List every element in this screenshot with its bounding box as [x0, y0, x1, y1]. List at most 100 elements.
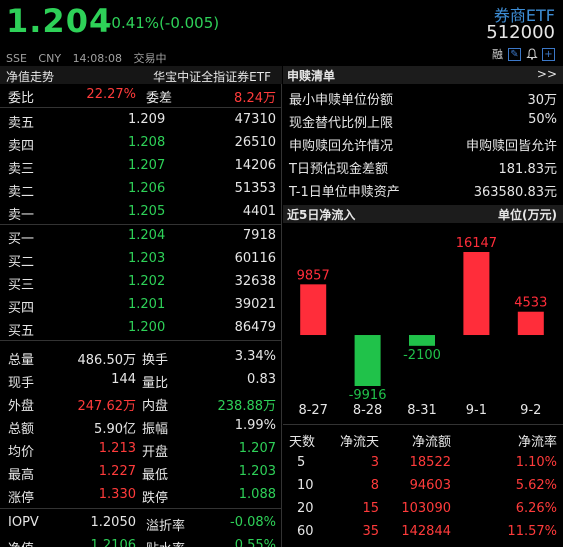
- level-label: 买一: [8, 232, 35, 247]
- stat-row: 外盘 247.62万 内盘 238.88万: [0, 392, 282, 415]
- netflow-bar[interactable]: [517, 311, 544, 336]
- stat-value: 5.90亿: [94, 422, 136, 437]
- divider: [0, 107, 282, 108]
- stat-row: 总量 486.50万 换手 3.34%: [0, 346, 282, 369]
- stat-label: 总额: [8, 422, 35, 437]
- table-cell: 35: [362, 524, 379, 539]
- last-price: 1.204: [6, 2, 113, 40]
- premium-value: -0.08%: [230, 515, 276, 530]
- level-volume: 4401: [242, 204, 276, 219]
- divider: [0, 340, 282, 341]
- stat-value: 1.99%: [234, 418, 276, 433]
- stat-label: 均价: [8, 445, 35, 460]
- subscription-label: 最小申赎单位份额: [289, 93, 394, 108]
- stat-label: 涨停: [8, 491, 35, 506]
- table-row: 10 8 94603 5.62%: [283, 475, 563, 498]
- netflow-bar[interactable]: [300, 284, 327, 336]
- table-header-cell[interactable]: 天数: [289, 431, 315, 450]
- stat-value: 1.207: [238, 441, 276, 456]
- stat-value: 247.62万: [77, 399, 137, 414]
- commission-ratio-row: 委比 22.27% 委差 8.24万: [0, 84, 282, 107]
- level-price[interactable]: 1.206: [128, 181, 165, 196]
- order-level-row: 卖二 1.206 51353: [0, 178, 282, 201]
- level-label: 卖五: [8, 116, 35, 131]
- level-volume: 60116: [234, 251, 276, 266]
- nav-trend-tab[interactable]: 净值走势: [6, 68, 54, 85]
- level-volume: 86479: [234, 320, 276, 335]
- order-level-row: 卖三 1.207 14206: [0, 155, 282, 178]
- level-price[interactable]: 1.203: [128, 251, 165, 266]
- stat-row: 现手 144 量比 0.83: [0, 369, 282, 392]
- table-header-cell[interactable]: 净流额: [412, 431, 451, 450]
- stat-value: 3.34%: [234, 349, 276, 364]
- table-cell: 5: [297, 455, 306, 470]
- etf-info-panel: 申赎清单 >> 最小申赎单位份额 30万 现金替代比例上限 50% 申购赎回允许情况 申购…: [283, 66, 563, 547]
- level-price[interactable]: 1.208: [128, 135, 165, 150]
- level-volume: 51353: [234, 181, 276, 196]
- edit-icon[interactable]: ✎: [508, 48, 521, 61]
- netflow-date-label: 8-27: [298, 403, 328, 418]
- stat-label: 开盘: [142, 445, 169, 460]
- level-volume: 14206: [234, 158, 276, 173]
- add-icon[interactable]: +: [542, 48, 555, 61]
- table-cell: 1.10%: [515, 455, 557, 470]
- stat-row: 总额 5.90亿 振幅 1.99%: [0, 415, 282, 438]
- netflow-bar-chart: 9857 8-27 -99168-28 -2100 8-31 16147 9-1 4533 9-…: [297, 236, 548, 418]
- level-volume: 7918: [242, 228, 276, 243]
- price-change: -0.41%(-0.005): [106, 14, 220, 32]
- table-header-cell[interactable]: 净流天: [340, 431, 379, 450]
- netflow-bar[interactable]: [463, 252, 490, 336]
- netflow-date-label: 8-28: [353, 403, 383, 418]
- netflow-bar-label: 4533: [514, 296, 547, 311]
- level-volume: 26510: [234, 135, 276, 150]
- alert-icon[interactable]: [525, 48, 538, 61]
- security-code: 512000: [486, 22, 555, 43]
- level-price[interactable]: 1.205: [128, 204, 165, 219]
- subscription-label: 申购赎回允许情况: [289, 139, 394, 154]
- table-cell: 20: [297, 501, 314, 516]
- stat-row: 均价 1.213 开盘 1.207: [0, 438, 282, 461]
- subscription-value: 申购赎回皆允许: [465, 139, 557, 154]
- stat-value: 1.213: [98, 441, 136, 456]
- level-volume: 32638: [234, 274, 276, 289]
- table-cell: 8: [370, 478, 379, 493]
- stat-label: 振幅: [142, 422, 169, 437]
- subscription-row: 现金替代比例上限 50%: [283, 109, 563, 132]
- level-price[interactable]: 1.202: [128, 274, 165, 289]
- netflow-bar[interactable]: [409, 335, 435, 346]
- subscription-value: 363580.83元: [473, 185, 557, 200]
- order-level-row: 买一 1.204 7918: [0, 225, 282, 248]
- margin-trading-icon[interactable]: 融: [491, 48, 504, 61]
- order-level-row: 买四 1.201 39021: [0, 294, 282, 317]
- table-header-row: 天数 净流天 净流额 净流率: [283, 428, 563, 451]
- header-toolbar: 融 ✎ +: [491, 48, 555, 61]
- table-header-cell[interactable]: 净流率: [518, 431, 557, 450]
- level-price[interactable]: 1.204: [128, 228, 165, 243]
- level-price[interactable]: 1.201: [128, 297, 165, 312]
- netflow-bar-label: -9916: [349, 388, 387, 403]
- table-row: 5 3 18522 1.10%: [283, 452, 563, 475]
- level-price[interactable]: 1.207: [128, 158, 165, 173]
- level-price[interactable]: 1.200: [128, 320, 165, 335]
- table-cell: 11.57%: [507, 524, 557, 539]
- discount-label: 贴水率: [146, 538, 185, 547]
- nav-value: 1.2106: [90, 538, 137, 547]
- iopv-value: 1.2050: [90, 515, 137, 530]
- order-level-row: 买三 1.202 32638: [0, 271, 282, 294]
- level-price[interactable]: 1.209: [128, 112, 165, 127]
- nav-label: 净值: [8, 538, 34, 547]
- order-level-row: 卖四 1.208 26510: [0, 132, 282, 155]
- quote-time: 14:08:08: [72, 52, 122, 65]
- subscription-row: 申购赎回允许情况 申购赎回皆允许: [283, 132, 563, 155]
- netflow-bar[interactable]: [354, 335, 381, 386]
- subscription-label: T日预估现金差额: [289, 162, 388, 177]
- stat-value: 0.83: [247, 372, 276, 387]
- expand-more-button[interactable]: >>: [537, 67, 557, 81]
- table-cell: 94603: [409, 478, 451, 493]
- subscription-row: T-1日单位申赎资产 363580.83元: [283, 178, 563, 201]
- netflow-header: 近5日净流入 单位(万元): [283, 205, 563, 223]
- table-row: 60 35 142844 11.57%: [283, 521, 563, 544]
- stat-row: 涨停 1.330 跌停 1.088: [0, 484, 282, 507]
- table-cell: 5.62%: [515, 478, 557, 493]
- weicha-value: 8.24万: [234, 91, 276, 106]
